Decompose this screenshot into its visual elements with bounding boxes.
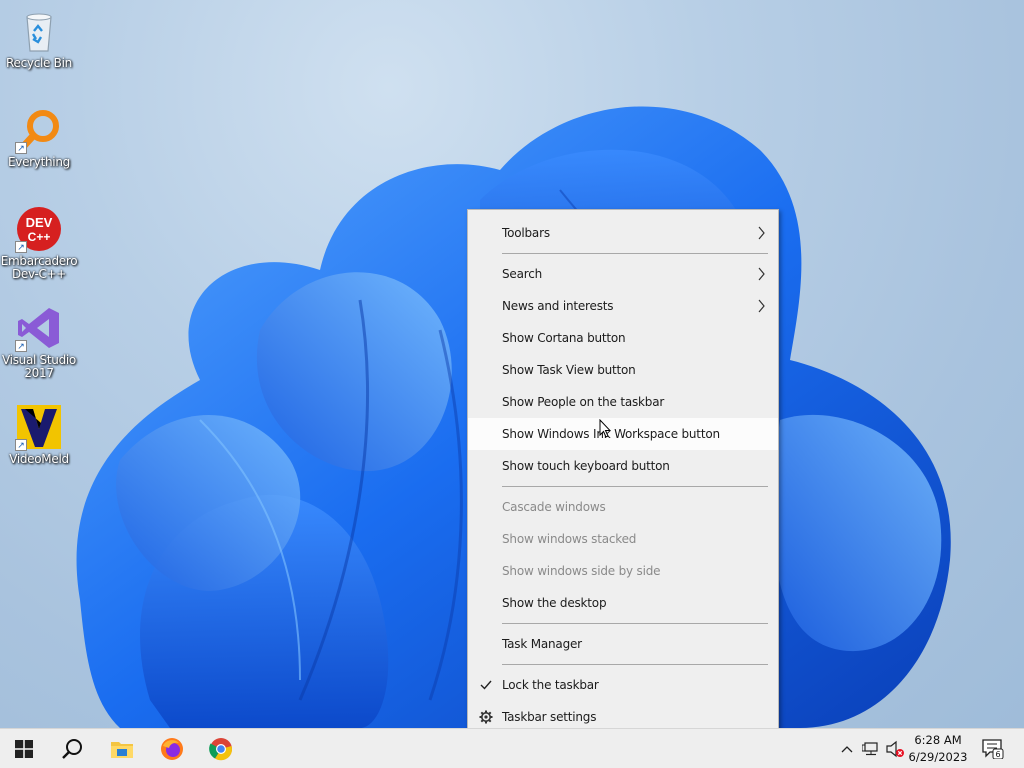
shortcut-arrow-icon: ↗ <box>15 241 27 253</box>
menu-item-cascade-windows: Cascade windows <box>468 491 778 523</box>
menu-item-label: Show windows stacked <box>502 532 637 546</box>
search-icon <box>62 739 82 759</box>
taskbar-clock[interactable]: 6:28 AM 6/29/2023 <box>900 729 976 768</box>
menu-item-show-touch-keyboard[interactable]: Show touch keyboard button <box>468 450 778 482</box>
menu-item-windows-stacked: Show windows stacked <box>468 523 778 555</box>
desktop-icon-label: Visual Studio 2017 <box>2 353 76 380</box>
submenu-arrow-icon <box>758 267 765 281</box>
shortcut-arrow-icon: ↗ <box>15 439 27 451</box>
menu-item-show-people[interactable]: Show People on the taskbar <box>468 386 778 418</box>
desktop-icon-label: Embarcadero Dev-C++ <box>0 254 78 281</box>
desktop-icon-label: Everything <box>8 155 70 169</box>
submenu-arrow-icon <box>758 226 765 240</box>
menu-separator <box>502 664 768 665</box>
menu-item-show-desktop[interactable]: Show the desktop <box>468 587 778 619</box>
taskbar-chrome[interactable] <box>197 729 245 768</box>
network-tray-button[interactable] <box>861 729 881 768</box>
menu-item-label: Cascade windows <box>502 500 606 514</box>
taskbar[interactable]: 6:28 AM 6/29/2023 6 <box>0 728 1024 768</box>
mouse-cursor-icon <box>599 419 611 438</box>
menu-item-label: Show Task View button <box>502 363 636 377</box>
submenu-arrow-icon <box>758 299 765 313</box>
menu-item-show-task-view[interactable]: Show Task View button <box>468 354 778 386</box>
desktop-icon-visual-studio[interactable]: ↗ Visual Studio 2017 <box>1 304 77 380</box>
menu-item-toolbars[interactable]: Toolbars <box>468 217 778 249</box>
network-icon <box>862 742 878 756</box>
devcpp-icon: DEV C++ ↗ <box>15 205 63 253</box>
menu-item-news-and-interests[interactable]: News and interests <box>468 290 778 322</box>
menu-item-search[interactable]: Search <box>468 258 778 290</box>
menu-item-show-cortana[interactable]: Show Cortana button <box>468 322 778 354</box>
menu-item-label: Task Manager <box>502 637 582 651</box>
notification-count: 6 <box>995 750 1000 759</box>
folder-icon <box>111 742 133 758</box>
chevron-up-icon <box>841 746 853 753</box>
svg-text:C++: C++ <box>28 230 51 244</box>
taskbar-context-menu: Toolbars Search News and interests Show … <box>467 209 779 741</box>
action-center-button[interactable]: 6 <box>980 729 1006 768</box>
firefox-icon <box>161 738 183 760</box>
checkmark-icon <box>478 669 494 701</box>
clock-time: 6:28 AM <box>914 733 962 747</box>
menu-item-label: News and interests <box>502 299 614 313</box>
menu-item-label: Show windows side by side <box>502 564 661 578</box>
menu-item-label: Lock the taskbar <box>502 678 599 692</box>
menu-item-label: Show the desktop <box>502 596 607 610</box>
menu-separator <box>502 253 768 254</box>
menu-item-label: Show Cortana button <box>502 331 626 345</box>
svg-text:DEV: DEV <box>26 215 53 230</box>
shortcut-arrow-icon: ↗ <box>15 142 27 154</box>
menu-item-label: Show People on the taskbar <box>502 395 665 409</box>
show-hidden-icons-button[interactable] <box>838 729 856 768</box>
notifications-icon: 6 <box>982 739 1004 759</box>
desktop-icon-everything[interactable]: ↗ Everything <box>1 106 77 169</box>
search-button[interactable] <box>48 729 96 768</box>
menu-item-task-manager[interactable]: Task Manager <box>468 628 778 660</box>
menu-separator <box>502 623 768 624</box>
recycle-bin-icon <box>15 7 63 55</box>
chrome-icon <box>209 738 233 761</box>
menu-item-windows-side-by-side: Show windows side by side <box>468 555 778 587</box>
everything-search-icon: ↗ <box>15 106 63 154</box>
menu-item-show-windows-ink[interactable]: Show Windows Ink Workspace button <box>468 418 778 450</box>
desktop-icon-videomeld[interactable]: ↗ VideoMeld <box>1 403 77 466</box>
shortcut-arrow-icon: ↗ <box>15 340 27 352</box>
menu-separator <box>502 486 768 487</box>
clock-date: 6/29/2023 <box>908 750 968 764</box>
menu-item-label: Show touch keyboard button <box>502 459 670 473</box>
menu-item-label: Taskbar settings <box>502 710 597 724</box>
visual-studio-icon: ↗ <box>15 304 63 352</box>
menu-item-label: Toolbars <box>502 226 550 240</box>
menu-item-label: Search <box>502 267 543 281</box>
windows-logo-icon <box>15 740 33 758</box>
taskbar-firefox[interactable] <box>148 729 196 768</box>
start-button[interactable] <box>0 729 48 768</box>
videomeld-icon: ↗ <box>15 403 63 451</box>
desktop-icon-devcpp[interactable]: DEV C++ ↗ Embarcadero Dev-C++ <box>0 205 78 281</box>
desktop-icon-recycle-bin[interactable]: Recycle Bin <box>1 7 77 70</box>
taskbar-file-explorer[interactable] <box>98 729 146 768</box>
desktop-icon-label: Recycle Bin <box>6 56 72 70</box>
menu-item-lock-taskbar[interactable]: Lock the taskbar <box>468 669 778 701</box>
desktop-icon-label: VideoMeld <box>9 452 69 466</box>
